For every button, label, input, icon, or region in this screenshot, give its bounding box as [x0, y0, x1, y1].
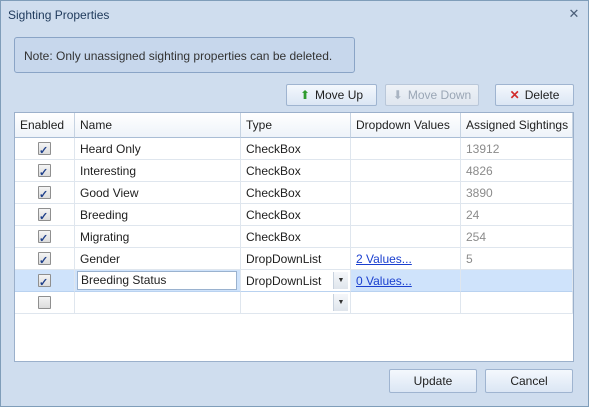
sighting-properties-dialog: Sighting Properties ✕ Note: Only unassig… [0, 0, 589, 407]
assigned-sightings-cell: 254 [461, 226, 573, 248]
column-header-assigned-sightings[interactable]: Assigned Sightings [461, 113, 573, 138]
column-header-type[interactable]: Type [241, 113, 351, 138]
name-cell[interactable]: Migrating [75, 226, 241, 248]
enabled-checkbox[interactable] [38, 272, 51, 291]
column-header-enabled[interactable]: Enabled [15, 113, 75, 138]
table-row[interactable]: Heard Only CheckBox 13912 [15, 138, 573, 160]
update-button[interactable]: Update [389, 369, 477, 393]
editing-row[interactable]: Breeding Status DropDownList ▼ 0 Values.… [15, 270, 573, 292]
dropdown-values-cell [351, 160, 461, 182]
type-dropdown[interactable]: ▼ [241, 292, 351, 314]
move-up-button[interactable]: ⬆ Move Up [286, 84, 377, 106]
enabled-checkbox[interactable] [38, 140, 51, 159]
assigned-sightings-cell [461, 270, 573, 292]
dropdown-values-cell [351, 138, 461, 160]
properties-grid: Enabled Name Type Dropdown Values Assign… [14, 112, 574, 362]
dropdown-values-cell [351, 292, 461, 314]
enabled-checkbox[interactable] [38, 296, 51, 309]
delete-label: Delete [524, 88, 560, 102]
assigned-sightings-cell: 3890 [461, 182, 573, 204]
type-cell[interactable]: CheckBox [241, 160, 351, 182]
dropdown-arrow-icon[interactable]: ▼ [333, 272, 348, 289]
move-down-label: Move Down [407, 88, 472, 102]
move-down-button[interactable]: ⬇ Move Down [385, 84, 479, 106]
enabled-checkbox[interactable] [38, 228, 51, 247]
new-row[interactable]: ▼ [15, 292, 573, 314]
table-row[interactable]: Good View CheckBox 3890 [15, 182, 573, 204]
assigned-sightings-cell: 13912 [461, 138, 573, 160]
table-row[interactable]: Gender DropDownList 2 Values... 5 [15, 248, 573, 270]
dropdown-values-cell [351, 226, 461, 248]
arrow-down-icon: ⬇ [392, 88, 403, 102]
enabled-checkbox[interactable] [38, 250, 51, 269]
column-header-dropdown-values[interactable]: Dropdown Values [351, 113, 461, 138]
delete-x-icon: ✕ [509, 88, 520, 102]
name-cell[interactable]: Interesting [75, 160, 241, 182]
type-dropdown-value: DropDownList [246, 274, 322, 288]
grid-header: Enabled Name Type Dropdown Values Assign… [15, 113, 573, 138]
name-edit-field[interactable]: Breeding Status [77, 271, 237, 290]
move-up-label: Move Up [315, 88, 364, 102]
enabled-checkbox[interactable] [38, 184, 51, 203]
dropdown-values-link[interactable]: 2 Values... [356, 252, 412, 266]
close-icon[interactable]: ✕ [567, 7, 581, 21]
cancel-label: Cancel [510, 374, 548, 388]
assigned-sightings-cell [461, 292, 573, 314]
name-cell[interactable] [75, 292, 241, 314]
enabled-checkbox[interactable] [38, 162, 51, 181]
type-cell[interactable]: CheckBox [241, 182, 351, 204]
name-cell[interactable]: Gender [75, 248, 241, 270]
table-row[interactable]: Breeding CheckBox 24 [15, 204, 573, 226]
assigned-sightings-cell: 5 [461, 248, 573, 270]
name-cell[interactable]: Breeding [75, 204, 241, 226]
dropdown-values-cell [351, 182, 461, 204]
enabled-checkbox[interactable] [38, 206, 51, 225]
title-bar: Sighting Properties ✕ [1, 1, 588, 29]
name-cell[interactable]: Good View [75, 182, 241, 204]
table-row[interactable]: Migrating CheckBox 254 [15, 226, 573, 248]
type-cell[interactable]: CheckBox [241, 138, 351, 160]
info-note: Note: Only unassigned sighting propertie… [14, 37, 355, 73]
type-cell[interactable]: CheckBox [241, 204, 351, 226]
dialog-title: Sighting Properties [8, 8, 110, 22]
column-header-name[interactable]: Name [75, 113, 241, 138]
type-cell[interactable]: CheckBox [241, 226, 351, 248]
assigned-sightings-cell: 24 [461, 204, 573, 226]
dropdown-values-cell [351, 204, 461, 226]
cancel-button[interactable]: Cancel [485, 369, 573, 393]
table-row[interactable]: Interesting CheckBox 4826 [15, 160, 573, 182]
update-label: Update [413, 374, 453, 388]
name-cell[interactable]: Heard Only [75, 138, 241, 160]
delete-button[interactable]: ✕ Delete [495, 84, 574, 106]
assigned-sightings-cell: 4826 [461, 160, 573, 182]
dropdown-values-link[interactable]: 0 Values... [356, 274, 412, 288]
type-dropdown[interactable]: DropDownList ▼ [241, 270, 351, 292]
dropdown-arrow-icon[interactable]: ▼ [333, 294, 348, 311]
note-text: Note: Only unassigned sighting propertie… [24, 49, 333, 63]
type-cell[interactable]: DropDownList [241, 248, 351, 270]
arrow-up-icon: ⬆ [299, 88, 311, 102]
